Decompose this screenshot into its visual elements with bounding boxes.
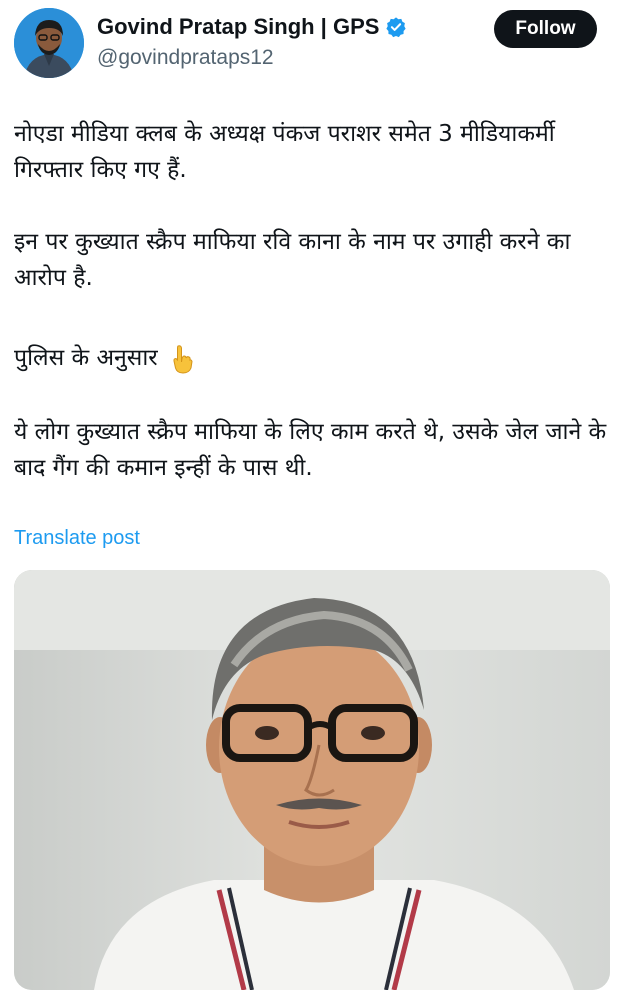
post-paragraph-2: इन पर कुख्यात स्क्रैप माफिया रवि काना के… (14, 229, 571, 291)
post-paragraph-3: पुलिस के अनुसार (14, 340, 614, 376)
author-display-name[interactable]: Govind Pratap Singh | GPS (97, 14, 379, 40)
post-paragraph-1: नोएडा मीडिया क्लब के अध्यक्ष पंकज पराशर … (14, 121, 555, 183)
verified-badge-icon (386, 17, 407, 38)
man-portrait-photo (14, 570, 610, 990)
post-paragraph-4: ये लोग कुख्यात स्क्रैप माफिया के लिए काम… (14, 419, 607, 481)
avatar-person-icon (14, 8, 84, 78)
pointing-down-hand-icon (173, 344, 193, 374)
post-header: Govind Pratap Singh | GPS @govindprataps… (0, 0, 624, 90)
author-handle[interactable]: @govindprataps12 (97, 46, 274, 70)
author-avatar[interactable] (14, 8, 84, 78)
post-media-image[interactable] (14, 570, 610, 990)
post-paragraph-3-text: पुलिस के अनुसार (14, 345, 158, 371)
follow-button[interactable]: Follow (494, 10, 597, 48)
author-name-row[interactable]: Govind Pratap Singh | GPS (97, 14, 407, 40)
translate-post-link[interactable]: Translate post (14, 527, 140, 550)
